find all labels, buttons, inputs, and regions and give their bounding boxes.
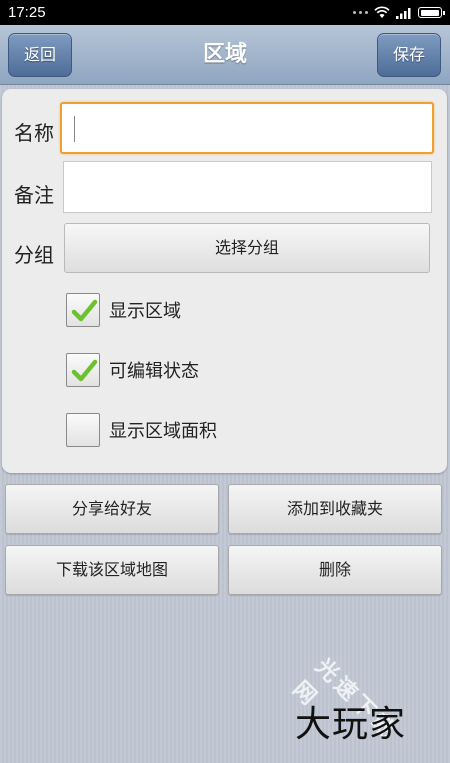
signal-icon	[396, 7, 411, 19]
watermark-logo: 大玩家	[295, 704, 407, 745]
save-button[interactable]: 保存	[377, 33, 441, 77]
remark-input[interactable]	[63, 161, 432, 213]
status-icons	[353, 6, 445, 19]
area-form-panel: 名称 备注 分组 选择分组 显示区域 可编辑状态 显示区域面积	[2, 89, 447, 473]
add-favorite-button[interactable]: 添加到收藏夹	[228, 484, 442, 534]
notification-dots-icon	[353, 11, 368, 14]
show-area-size-checkbox-row[interactable]: 显示区域面积	[66, 413, 217, 447]
delete-button[interactable]: 删除	[228, 545, 442, 595]
status-bar: 17:25	[0, 0, 450, 25]
checkmark-icon	[71, 299, 98, 322]
show-area-label: 显示区域	[109, 301, 181, 322]
name-label: 名称	[14, 121, 54, 145]
editable-checkbox[interactable]	[66, 353, 100, 387]
editable-checkbox-row[interactable]: 可编辑状态	[66, 353, 199, 387]
battery-icon	[418, 7, 445, 18]
select-group-button[interactable]: 选择分组	[64, 223, 430, 273]
show-area-size-checkbox[interactable]	[66, 413, 100, 447]
checkmark-icon	[71, 359, 98, 382]
group-label: 分组	[14, 243, 54, 267]
name-input[interactable]	[60, 102, 434, 154]
status-time: 17:25	[8, 4, 46, 21]
show-area-checkbox-row[interactable]: 显示区域	[66, 293, 181, 327]
title-bar: 返回 区域 保存	[0, 25, 450, 85]
text-caret	[74, 116, 75, 142]
download-map-button[interactable]: 下载该区域地图	[5, 545, 219, 595]
share-button[interactable]: 分享给好友	[5, 484, 219, 534]
show-area-checkbox[interactable]	[66, 293, 100, 327]
remark-label: 备注	[14, 183, 54, 207]
show-area-size-label: 显示区域面积	[109, 421, 217, 442]
wifi-icon	[374, 6, 390, 18]
editable-label: 可编辑状态	[109, 361, 199, 382]
